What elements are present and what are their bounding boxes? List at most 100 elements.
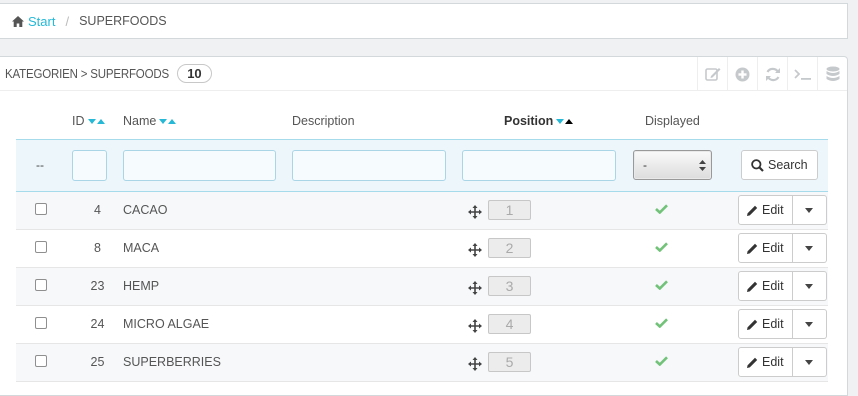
breadcrumb-home-label: Start: [28, 13, 56, 29]
row-checkbox[interactable]: [35, 316, 47, 329]
row-description: [292, 191, 462, 229]
description-filter-input[interactable]: [292, 149, 446, 181]
caret-down-icon: [805, 359, 814, 365]
breadcrumb-home-link[interactable]: Start: [12, 14, 55, 29]
check-icon[interactable]: [655, 242, 668, 253]
table-row: 24 MICRO ALGAE 4 Edit: [16, 305, 828, 343]
breadcrumb-separator: /: [65, 13, 70, 29]
edit-button-label: Edit: [762, 203, 784, 217]
displayed-column-header: Displayed: [632, 103, 738, 139]
edit-button[interactable]: Edit: [738, 271, 793, 301]
caret-down-icon: [805, 283, 814, 289]
drag-handle-icon[interactable]: [468, 356, 482, 371]
drag-handle-icon[interactable]: [468, 318, 482, 333]
caret-down-icon: [805, 245, 814, 251]
edit-toolbar-button[interactable]: [697, 57, 727, 91]
row-name: SUPERBERRIES: [123, 355, 221, 369]
position-filter-input[interactable]: [462, 149, 616, 181]
panel-heading: KATEGORIEN > SUPERFOODS 10: [0, 57, 847, 91]
category-table: ID Name Description Position Displayed -…: [16, 103, 828, 382]
panel-title: KATEGORIEN > SUPERFOODS: [5, 66, 169, 81]
terminal-toolbar-button[interactable]: [787, 57, 817, 91]
row-dropdown-toggle[interactable]: [792, 309, 827, 339]
row-name: HEMP: [123, 279, 160, 293]
sort-asc-icon[interactable]: [96, 118, 105, 124]
bulk-action-label: --: [16, 138, 72, 192]
count-badge: 10: [177, 64, 212, 83]
row-actions: Edit: [738, 309, 827, 339]
table-row: 25 SUPERBERRIES 5 Edit: [16, 343, 828, 381]
row-checkbox[interactable]: [35, 354, 47, 367]
position-value: 3: [488, 276, 531, 296]
row-checkbox[interactable]: [35, 278, 47, 291]
drag-handle-icon[interactable]: [468, 242, 482, 257]
edit-icon: [704, 68, 720, 81]
row-id: 23: [90, 279, 105, 293]
row-dropdown-toggle[interactable]: [792, 233, 827, 263]
edit-button[interactable]: Edit: [738, 347, 793, 377]
position-value: 4: [488, 314, 531, 334]
database-toolbar-button[interactable]: [817, 57, 847, 91]
check-icon[interactable]: [655, 356, 668, 367]
pencil-icon: [747, 319, 758, 330]
row-actions: Edit: [738, 195, 827, 225]
row-actions: Edit: [738, 271, 827, 301]
drag-handle-icon[interactable]: [468, 204, 482, 219]
edit-button[interactable]: Edit: [738, 195, 793, 225]
sort-asc-icon[interactable]: [168, 118, 177, 124]
table-header-row: ID Name Description Position Displayed: [16, 103, 828, 139]
row-dropdown-toggle[interactable]: [792, 195, 827, 225]
check-icon[interactable]: [655, 204, 668, 215]
edit-button-label: Edit: [762, 317, 784, 331]
panel-toolbar: [697, 57, 847, 91]
edit-button[interactable]: Edit: [738, 233, 793, 263]
table-body: 4 CACAO 1 Edit 8 MACA 2 Edit 23 HEMP 3 E…: [16, 191, 828, 381]
row-actions: Edit: [738, 233, 827, 263]
sort-desc-icon[interactable]: [87, 118, 96, 124]
id-filter-input[interactable]: [72, 149, 107, 181]
row-name: MICRO ALGAE: [123, 317, 210, 331]
terminal-icon: [793, 69, 811, 80]
row-checkbox[interactable]: [35, 240, 47, 253]
breadcrumb: Start / SUPERFOODS: [0, 3, 848, 39]
sort-desc-icon[interactable]: [159, 118, 168, 124]
home-icon: [12, 15, 24, 27]
position-column-header: Position: [462, 103, 632, 139]
row-description: [292, 343, 462, 381]
row-dropdown-toggle[interactable]: [792, 271, 827, 301]
refresh-toolbar-button[interactable]: [757, 57, 787, 91]
edit-button-label: Edit: [762, 241, 784, 255]
row-name: MACA: [123, 241, 160, 255]
sort-desc-icon[interactable]: [556, 118, 565, 124]
row-name: CACAO: [123, 203, 168, 217]
row-description: [292, 305, 462, 343]
pencil-icon: [747, 205, 758, 216]
row-dropdown-toggle[interactable]: [792, 347, 827, 377]
id-column-label: ID: [72, 113, 85, 128]
search-button[interactable]: Search: [741, 150, 818, 180]
edit-button[interactable]: Edit: [738, 309, 793, 339]
select-arrows-icon: [699, 159, 706, 171]
category-panel: KATEGORIEN > SUPERFOODS 10 ID Name Descr…: [0, 56, 848, 396]
position-value: 5: [488, 352, 531, 372]
displayed-filter-value: -: [643, 158, 647, 172]
drag-handle-icon[interactable]: [468, 280, 482, 295]
search-icon: [751, 158, 764, 172]
row-description: [292, 267, 462, 305]
sort-asc-icon[interactable]: [565, 118, 574, 124]
add-toolbar-button[interactable]: [727, 57, 757, 91]
name-filter-input[interactable]: [123, 149, 276, 181]
row-id: 25: [90, 355, 105, 369]
pencil-icon: [747, 281, 758, 292]
check-icon[interactable]: [655, 318, 668, 329]
database-icon: [826, 66, 839, 81]
edit-button-label: Edit: [762, 355, 784, 369]
pencil-icon: [747, 357, 758, 368]
row-checkbox[interactable]: [35, 202, 47, 215]
displayed-filter-select[interactable]: -: [633, 150, 712, 180]
row-actions: Edit: [738, 347, 827, 377]
refresh-icon: [765, 67, 780, 81]
check-icon[interactable]: [655, 280, 668, 291]
row-id: 24: [90, 317, 105, 331]
row-id: 8: [94, 241, 101, 255]
